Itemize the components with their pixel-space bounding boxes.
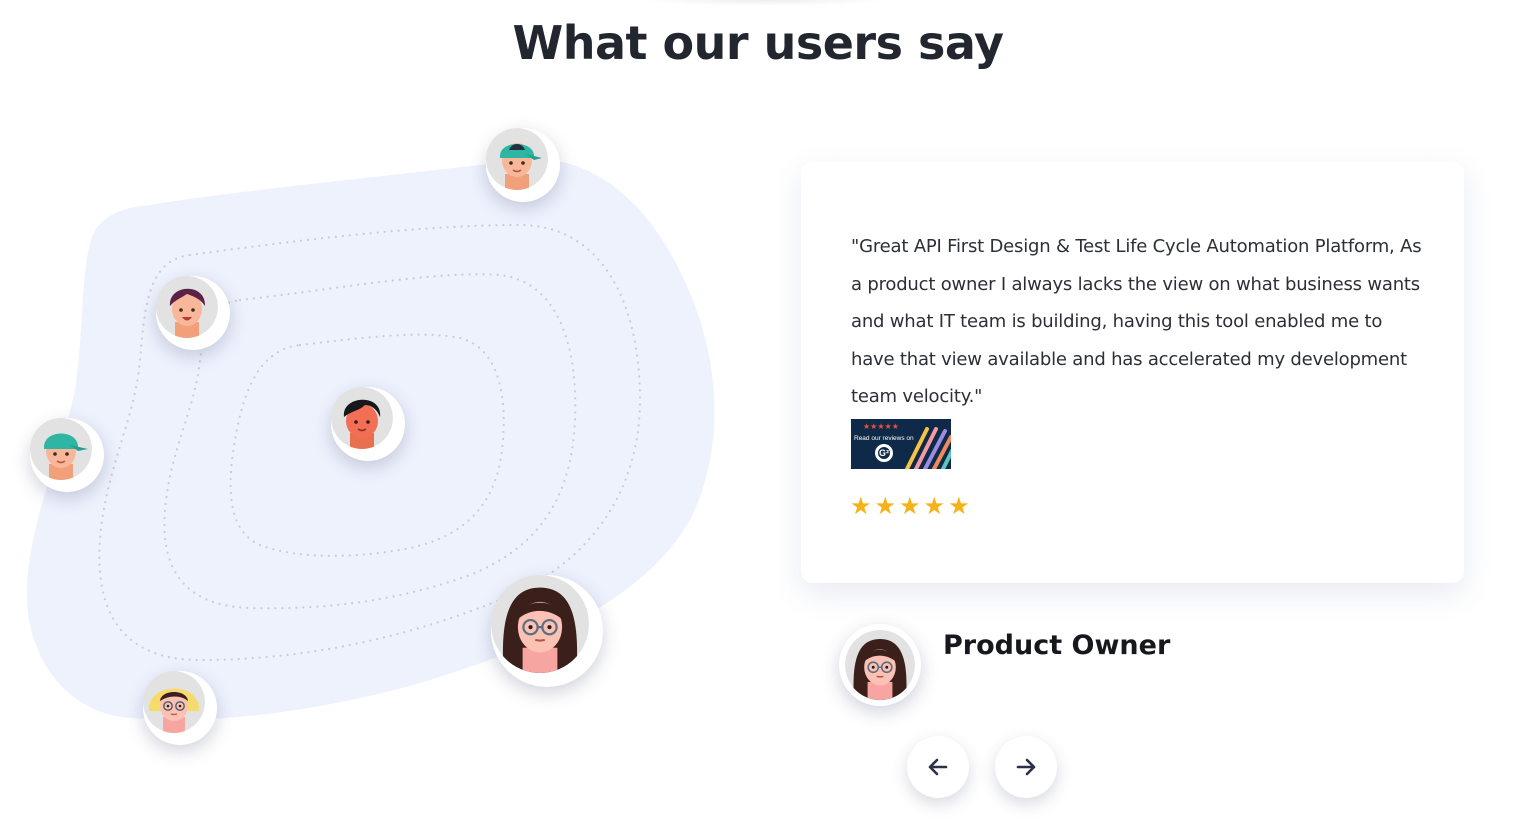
star-rating: ★ ★ ★ ★ ★ [850,495,970,519]
arrow-right-icon [1016,758,1036,776]
g2-stars: ★★★★★ [863,422,899,431]
user-avatar-dark-hair [331,387,405,461]
arrow-left-icon [928,758,948,776]
users-illustration [0,0,760,839]
user-avatar-yellow-hair [143,671,217,745]
star-icon: ★ [899,493,921,520]
g2-logo-icon: G² [875,444,893,462]
testimonial-card: "Great API First Design & Test Life Cycl… [801,162,1464,583]
next-button[interactable] [995,736,1057,798]
user-avatar-cap-boy-left [30,418,104,492]
user-avatar-cap-boy [486,128,560,202]
testimonial-quote: "Great API First Design & Test Life Cycl… [851,236,1422,407]
user-avatar-purple-hair [156,276,230,350]
star-icon: ★ [948,493,970,520]
star-icon: ★ [874,493,897,520]
prev-button[interactable] [907,736,969,798]
reviewer-avatar [839,624,921,706]
user-avatar-woman-glasses-large [491,575,603,687]
g2-review-badge[interactable]: ★★★★★ Read our reviews on G² [851,419,951,469]
star-icon: ★ [850,493,872,520]
g2-stripes [905,427,951,469]
reviewer-role: Product Owner [943,630,1171,661]
star-icon: ★ [923,493,946,520]
